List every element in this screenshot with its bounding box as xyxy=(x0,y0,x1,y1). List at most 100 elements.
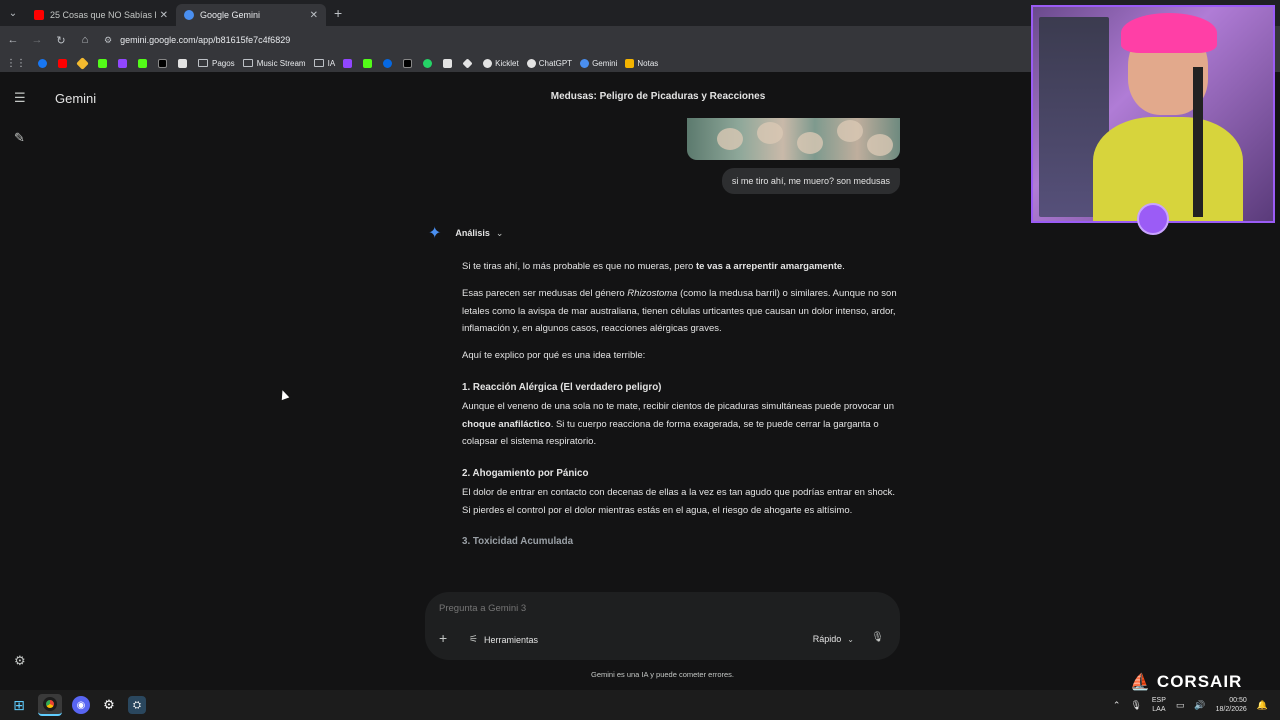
prompt-composer: + ⚟ Herramientas Rápido ⌄ 🎙 xyxy=(425,592,900,660)
bookmark-kick[interactable] xyxy=(98,58,110,68)
bookmark-patreon[interactable] xyxy=(158,58,170,68)
bookmark-notas[interactable]: Notas xyxy=(625,58,658,68)
prompt-input[interactable] xyxy=(439,600,859,616)
tab-gemini[interactable]: Google Gemini ✕ xyxy=(176,4,326,26)
gemini-icon xyxy=(184,10,194,20)
bookmark-folder-ia[interactable]: IA xyxy=(313,58,336,68)
bookmark-label: Pagos xyxy=(212,58,235,68)
bookmark-tiktok[interactable] xyxy=(403,58,415,68)
chatgpt-icon xyxy=(526,58,536,68)
jellyfish-shape xyxy=(797,132,823,154)
tools-icon: ⚟ xyxy=(469,634,478,645)
new-tab-icon[interactable]: + xyxy=(334,5,342,21)
bookmark-generic[interactable] xyxy=(443,58,455,68)
section-heading: 3. Toxicidad Acumulada xyxy=(462,536,574,547)
mode-selector[interactable]: Rápido ⌄ xyxy=(813,634,854,644)
bookmark-twitch-2[interactable] xyxy=(343,58,355,68)
chrome-icon[interactable] xyxy=(38,694,62,716)
bookmark-twitch[interactable] xyxy=(118,58,130,68)
site-info-icon[interactable]: ⚙ xyxy=(104,35,112,46)
clock-date: 18/2/2026 xyxy=(1215,706,1247,713)
home-icon[interactable]: ⌂ xyxy=(74,34,96,46)
bookmark-youtube[interactable] xyxy=(58,58,70,68)
bookmark-meta[interactable] xyxy=(383,58,395,68)
new-chat-icon[interactable]: ✎ xyxy=(14,130,25,146)
bookmark-label: Gemini xyxy=(592,58,618,68)
uploaded-image[interactable] xyxy=(687,118,900,160)
sidebar: ☰ ✎ ⚙ xyxy=(0,80,44,690)
clock[interactable]: 00:50 18/2/2026 xyxy=(1216,696,1247,714)
kick-icon xyxy=(98,58,107,68)
url-field[interactable]: ⚙ gemini.google.com/app/b81615fe7c4f6829 xyxy=(104,35,290,46)
close-icon[interactable]: ✕ xyxy=(310,10,318,21)
steam-icon[interactable]: ⛭ xyxy=(128,696,146,714)
mode-label: Rápido xyxy=(812,634,842,644)
notification-icon[interactable]: 🔔 xyxy=(1257,700,1268,711)
bookmark-chatgpt[interactable]: ChatGPT xyxy=(526,58,572,68)
clock-time: 00:50 xyxy=(1229,697,1247,704)
discord-icon[interactable]: ◉ xyxy=(72,696,90,714)
settings-icon[interactable]: ⚙ xyxy=(14,653,26,669)
bookmark-binance[interactable] xyxy=(76,56,90,70)
avatar xyxy=(1137,203,1169,235)
twitch-icon xyxy=(343,58,353,68)
volume-icon[interactable]: 🔊 xyxy=(1194,700,1205,711)
settings-gear-icon[interactable]: ⚙ xyxy=(100,696,118,714)
tiktok-icon xyxy=(403,58,413,68)
webcam-mic-arm xyxy=(1193,67,1203,217)
bookmark-kicklet[interactable]: Kicklet xyxy=(483,58,519,68)
back-icon[interactable]: ← xyxy=(2,34,24,46)
patreon-icon xyxy=(158,58,167,68)
bookmark-label: Music Stream xyxy=(256,58,306,68)
network-icon[interactable]: ▭ xyxy=(1176,700,1185,711)
language-indicator[interactable]: ESP LAA xyxy=(1152,696,1166,714)
tab-search-icon[interactable]: ⌄ xyxy=(0,0,26,26)
chevron-up-icon[interactable]: ⌃ xyxy=(1113,700,1121,711)
bookmark-folder-pagos[interactable]: Pagos xyxy=(198,59,235,68)
bookmark-gmail[interactable] xyxy=(178,58,190,68)
meta-icon xyxy=(383,58,393,68)
scroll-fade xyxy=(430,574,910,594)
add-icon[interactable]: + xyxy=(439,630,447,646)
jellyfish-shape xyxy=(837,120,863,142)
bookmark-gemini[interactable]: Gemini xyxy=(580,58,618,68)
twitch-icon xyxy=(118,58,127,68)
jellyfish-shape xyxy=(757,122,783,144)
microphone-icon[interactable]: 🎙 xyxy=(871,632,884,643)
bookmark-folder-music-stream[interactable]: Music Stream xyxy=(242,58,306,68)
bookmark-kick-3[interactable] xyxy=(363,58,375,68)
binance-icon xyxy=(76,56,89,70)
user-message: si me tiro ahí, me muero? son medusas xyxy=(721,168,900,194)
notes-icon xyxy=(625,58,635,68)
close-icon[interactable]: ✕ xyxy=(160,10,168,21)
analysis-toggle[interactable]: ✦ Análisis ⌄ xyxy=(428,223,503,243)
bookmark-diamond[interactable] xyxy=(462,57,475,69)
response-paragraph: Esas parecen ser medusas del género Rhiz… xyxy=(462,285,900,338)
facebook-icon xyxy=(38,58,47,68)
response-paragraph: Aquí te explico por qué es una idea terr… xyxy=(462,350,646,361)
reload-icon[interactable]: ↻ xyxy=(50,34,72,47)
text-span: Esas parecen ser medusas del género xyxy=(462,288,628,299)
whatsapp-icon xyxy=(423,58,433,68)
bookmark-whatsapp[interactable] xyxy=(423,58,435,68)
kick-icon xyxy=(363,58,373,68)
text-span: Aunque el veneno de una sola no te mate,… xyxy=(462,401,894,412)
kick-icon xyxy=(138,58,147,68)
response-paragraph: El dolor de entrar en contacto con decen… xyxy=(462,487,896,516)
microphone-icon[interactable]: 🎙 xyxy=(1130,700,1141,711)
youtube-icon xyxy=(34,10,44,20)
gemini-spark-icon: ✦ xyxy=(428,225,442,242)
tab-youtube[interactable]: 25 Cosas que NO Sabías hace ✕ xyxy=(26,4,176,26)
bookmark-label: IA xyxy=(327,58,336,68)
chevron-down-icon: ⌄ xyxy=(847,634,854,644)
apps-icon[interactable]: ⋮⋮ xyxy=(6,58,26,69)
model-response: Si te tiras ahí, lo más probable es que … xyxy=(462,258,900,553)
jellyfish-shape xyxy=(867,134,893,156)
windows-start-icon[interactable]: ⊞ xyxy=(10,696,28,714)
corsair-wordmark: CORSAIR xyxy=(1156,672,1243,691)
bookmark-facebook[interactable] xyxy=(38,58,50,68)
bold-text: te vas a arrepentir amargamente xyxy=(695,261,843,272)
forward-icon[interactable]: → xyxy=(26,34,48,46)
tools-button[interactable]: ⚟ Herramientas xyxy=(469,634,538,645)
bookmark-kick-2[interactable] xyxy=(138,58,150,68)
